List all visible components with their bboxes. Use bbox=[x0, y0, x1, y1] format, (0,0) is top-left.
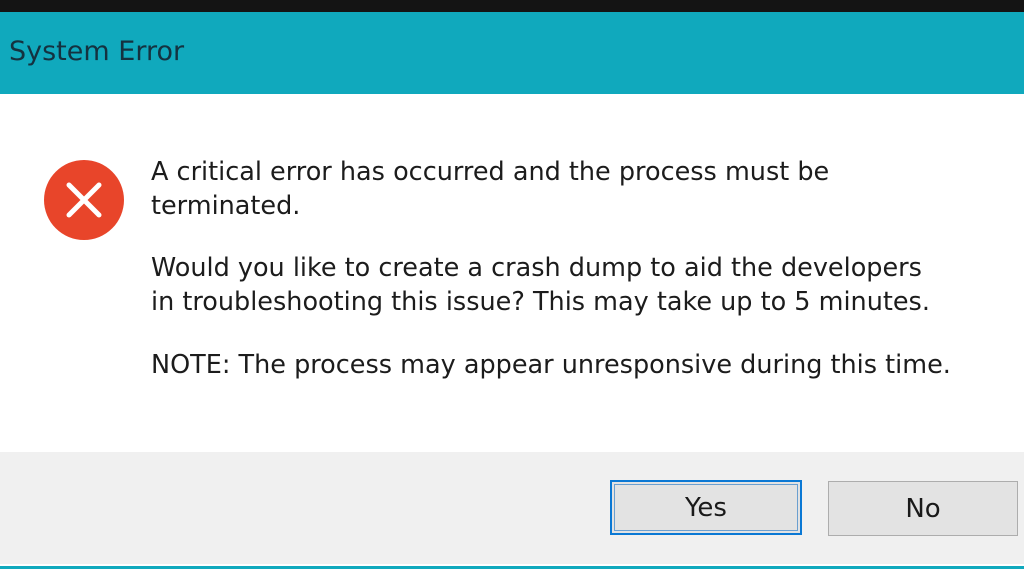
no-button[interactable]: No bbox=[828, 481, 1018, 536]
error-message: A critical error has occurred and the pr… bbox=[151, 155, 1011, 382]
window-top-border bbox=[0, 0, 1024, 12]
message-note: NOTE: The process may appear unresponsiv… bbox=[151, 350, 951, 380]
yes-button[interactable]: Yes bbox=[610, 480, 802, 535]
yes-button-label: Yes bbox=[685, 492, 727, 523]
message-primary: A critical error has occurred and the pr… bbox=[151, 157, 830, 221]
system-error-dialog: System Error A critical error has occurr… bbox=[0, 0, 1024, 576]
button-bar: Yes No bbox=[0, 452, 1024, 564]
title-bar[interactable]: System Error bbox=[0, 12, 1024, 94]
no-button-label: No bbox=[905, 493, 941, 524]
dialog-content: A critical error has occurred and the pr… bbox=[0, 94, 1024, 452]
window-bottom-border bbox=[0, 566, 1024, 569]
message-question: Would you like to create a crash dump to… bbox=[151, 253, 930, 317]
window-title: System Error bbox=[9, 36, 185, 67]
error-icon bbox=[44, 160, 124, 240]
